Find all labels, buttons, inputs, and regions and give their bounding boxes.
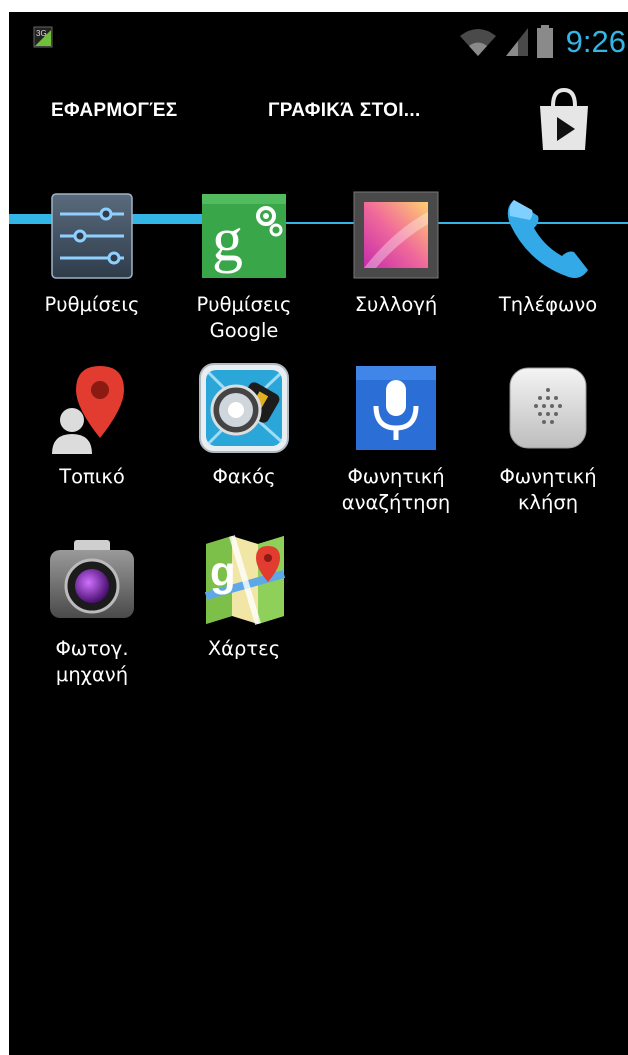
app-label: Φωτογ. μηχανή <box>55 637 129 686</box>
camera-icon <box>50 540 134 618</box>
tab-widgets[interactable]: ΓΡΑΦΙΚΆ ΣΤΟΙ... <box>268 100 421 122</box>
app-settings[interactable]: Ρυθμίσεις <box>17 190 167 318</box>
app-label: Φακός <box>212 465 276 488</box>
3g-data-icon: 3G <box>33 26 53 48</box>
google-settings-icon: g <box>202 194 286 278</box>
app-label: Φωνητική αναζήτηση <box>341 465 451 514</box>
app-label: Χάρτες <box>207 637 281 660</box>
app-maps[interactable]: g Χάρτες <box>169 534 319 662</box>
app-label: Φωνητική κλήση <box>499 465 597 514</box>
wifi-icon <box>459 29 496 56</box>
maps-icon: g <box>204 535 286 625</box>
svg-text:3G: 3G <box>36 29 47 38</box>
svg-text:g: g <box>210 548 236 595</box>
app-camera[interactable]: Φωτογ. μηχανή <box>17 534 167 688</box>
local-icon <box>52 366 124 454</box>
app-google-settings[interactable]: g Ρυθμίσεις Google <box>169 190 319 344</box>
app-label: Τηλέφωνο <box>498 293 598 316</box>
cell-signal-icon <box>505 28 528 56</box>
gallery-icon <box>353 191 439 279</box>
status-icons: 9:26 <box>458 22 626 62</box>
app-label: Συλλογή <box>354 293 438 316</box>
battery-icon <box>536 25 553 58</box>
app-local[interactable]: Τοπικό <box>17 362 167 490</box>
voice-search-icon <box>356 366 436 450</box>
voice-dialer-icon <box>509 367 587 449</box>
status-bar: 3G 9:26 <box>9 12 628 72</box>
flashlight-icon <box>199 363 289 453</box>
app-phone[interactable]: Τηλέφωνο <box>473 190 623 318</box>
app-drawer-tabs: ΕΦΑΡΜΟΓΈΣ ΓΡΑΦΙΚΆ ΣΤΟΙ... <box>9 72 628 224</box>
svg-text:g: g <box>212 206 243 274</box>
app-flashlight[interactable]: Φακός <box>169 362 319 490</box>
phone-icon <box>507 200 588 278</box>
app-label: Τοπικό <box>59 465 125 488</box>
app-voice-search[interactable]: Φωνητική αναζήτηση <box>321 362 471 516</box>
settings-icon <box>51 193 133 279</box>
app-label: Ρυθμίσεις <box>44 293 140 316</box>
phone-screen: 3G 9:26 ΕΦΑΡΜΟΓΈΣ ΓΡΑΦΙΚΆ ΣΤΟΙ... Ρυθμίσ… <box>9 12 628 1055</box>
play-store-bag-icon[interactable] <box>533 84 595 154</box>
app-gallery[interactable]: Συλλογή <box>321 190 471 318</box>
app-voice-dialer[interactable]: Φωνητική κλήση <box>473 362 623 516</box>
app-label: Ρυθμίσεις Google <box>196 293 292 342</box>
tab-apps[interactable]: ΕΦΑΡΜΟΓΈΣ <box>51 100 178 122</box>
clock: 9:26 <box>565 24 626 59</box>
